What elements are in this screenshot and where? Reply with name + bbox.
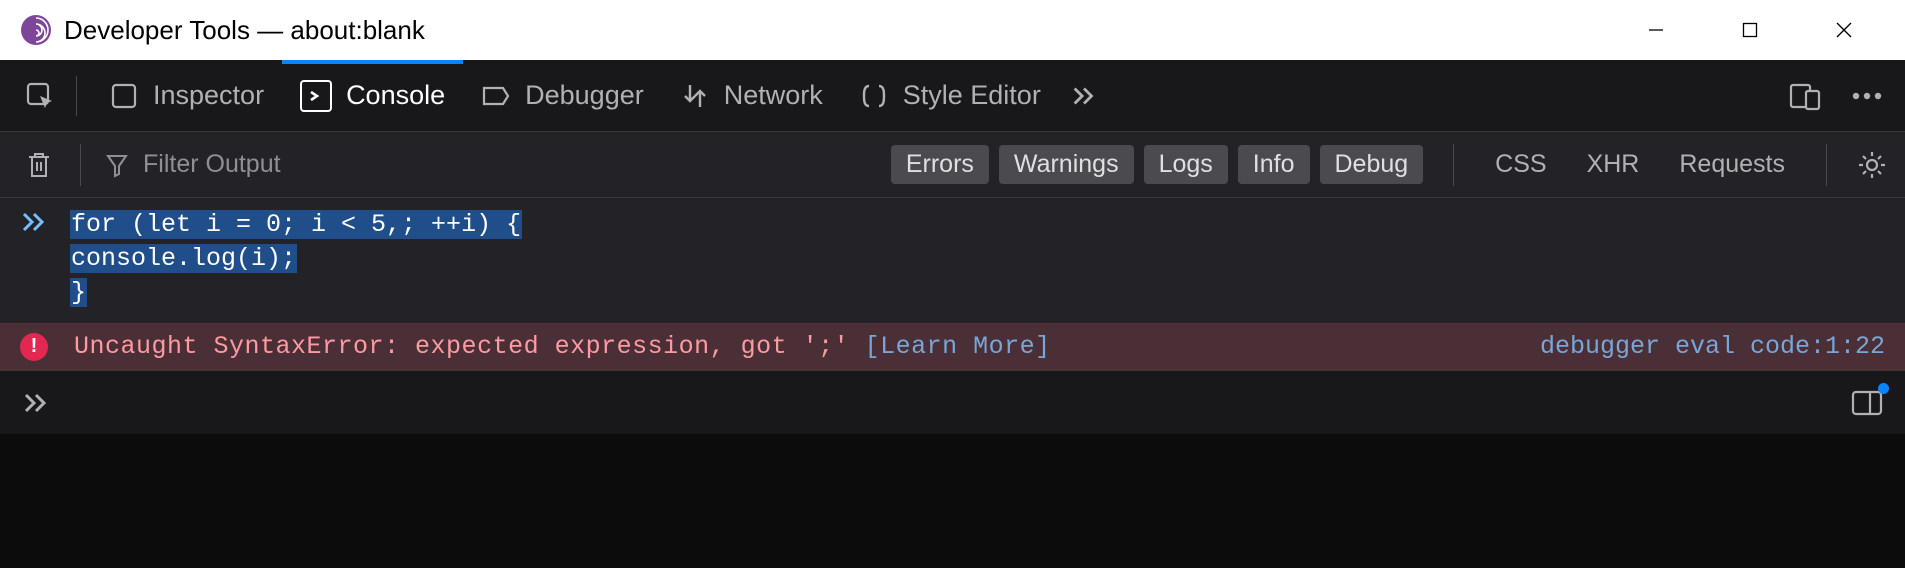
filter-css-button[interactable]: CSS: [1480, 145, 1561, 184]
tab-style-editor[interactable]: Style Editor: [841, 60, 1059, 132]
tab-debugger[interactable]: Debugger: [463, 60, 662, 132]
window-title: Developer Tools — about:blank: [64, 15, 1633, 46]
tabs-overflow-button[interactable]: [1059, 60, 1109, 132]
console-settings-button[interactable]: [1853, 146, 1891, 184]
input-prompt-icon: [20, 208, 70, 309]
console-error-row[interactable]: ! Uncaught SyntaxError: expected express…: [0, 323, 1905, 370]
maximize-button[interactable]: [1727, 7, 1773, 53]
tab-inspector[interactable]: Inspector: [91, 60, 282, 132]
responsive-design-button[interactable]: [1783, 74, 1827, 118]
clear-console-button[interactable]: [20, 146, 58, 184]
chevrons-right-icon: [1069, 81, 1099, 111]
filter-logs-button[interactable]: Logs: [1144, 145, 1228, 184]
debugger-icon: [481, 81, 511, 111]
kebab-menu-button[interactable]: [1845, 74, 1889, 118]
tor-logo-icon: [20, 14, 52, 46]
console-output: for (let i = 0; i < 5,; ++i) { console.l…: [0, 198, 1905, 370]
funnel-icon: [105, 152, 129, 178]
error-icon: !: [20, 333, 48, 361]
console-input-bar[interactable]: [0, 370, 1905, 434]
filter-output-wrap: [105, 150, 585, 179]
input-prompt-icon: [18, 391, 50, 415]
notification-dot-icon: [1878, 383, 1889, 394]
network-icon: [680, 81, 710, 111]
separator: [80, 144, 81, 186]
filter-output-input[interactable]: [143, 150, 483, 179]
editor-mode-toggle-button[interactable]: [1847, 383, 1887, 423]
filter-errors-button[interactable]: Errors: [891, 145, 989, 184]
separator: [76, 76, 77, 116]
separator: [1826, 144, 1827, 186]
learn-more-link[interactable]: [Learn More]: [865, 332, 1051, 361]
window-controls: [1633, 7, 1895, 53]
tab-label: Style Editor: [903, 80, 1041, 111]
error-message: Uncaught SyntaxError: expected expressio…: [74, 332, 1500, 361]
tab-label: Network: [724, 80, 823, 111]
close-button[interactable]: [1821, 7, 1867, 53]
devtools-tabbar: Inspector Console Debugger Network Style…: [0, 60, 1905, 132]
tab-label: Debugger: [525, 80, 644, 111]
console-input-code[interactable]: for (let i = 0; i < 5,; ++i) { console.l…: [70, 208, 522, 309]
tab-label: Inspector: [153, 80, 264, 111]
separator: [1453, 144, 1454, 186]
minimize-button[interactable]: [1633, 7, 1679, 53]
element-picker-button[interactable]: [18, 74, 62, 118]
inspector-icon: [109, 81, 139, 111]
log-level-filters: Errors Warnings Logs Info Debug: [891, 145, 1427, 184]
console-toolbar: Errors Warnings Logs Info Debug CSS XHR …: [0, 132, 1905, 198]
titlebar: Developer Tools — about:blank: [0, 0, 1905, 60]
code-line-2: console.log(i);: [70, 244, 297, 273]
code-line-1: for (let i = 0; i < 5,; ++i) {: [70, 210, 522, 239]
filter-requests-button[interactable]: Requests: [1664, 145, 1800, 184]
error-source-link[interactable]: debugger eval code:1:22: [1540, 332, 1885, 361]
console-icon: [300, 80, 332, 112]
filter-xhr-button[interactable]: XHR: [1572, 145, 1655, 184]
code-line-3: }: [70, 278, 87, 307]
tab-console[interactable]: Console: [282, 60, 463, 132]
filter-info-button[interactable]: Info: [1238, 145, 1310, 184]
tab-label: Console: [346, 80, 445, 111]
tab-network[interactable]: Network: [662, 60, 841, 132]
console-input-echo: for (let i = 0; i < 5,; ++i) { console.l…: [0, 198, 1905, 323]
style-editor-icon: [859, 81, 889, 111]
filter-warnings-button[interactable]: Warnings: [999, 145, 1134, 184]
filter-debug-button[interactable]: Debug: [1320, 145, 1424, 184]
